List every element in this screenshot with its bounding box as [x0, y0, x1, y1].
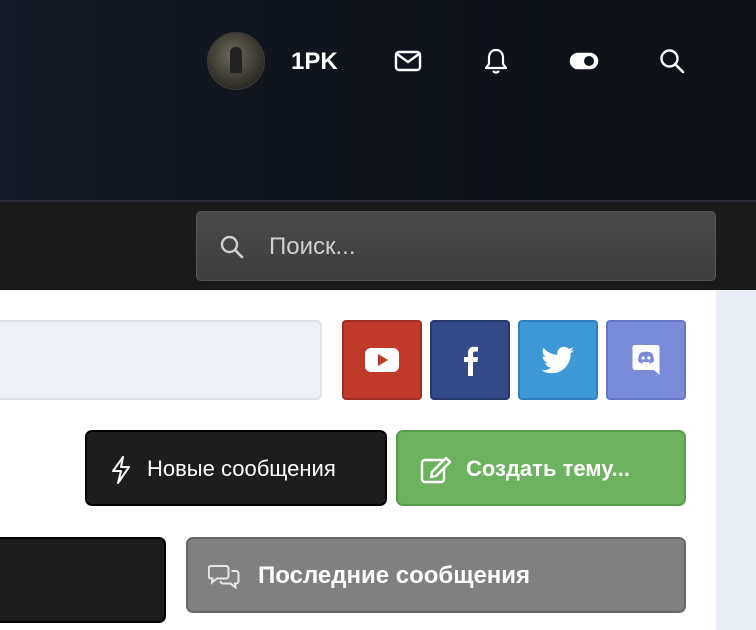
discord-icon — [632, 345, 660, 375]
recent-messages-button[interactable]: Последние сообщения — [186, 537, 686, 613]
recent-messages-label: Последние сообщения — [258, 562, 531, 589]
facebook-button[interactable] — [430, 320, 510, 400]
username-link[interactable]: 1PK — [291, 48, 338, 76]
twitter-button[interactable] — [518, 320, 598, 400]
bell-icon[interactable] — [481, 46, 511, 76]
create-topic-button[interactable]: Создать тему... — [396, 430, 686, 506]
theme-toggle-icon[interactable] — [569, 46, 599, 76]
facebook-icon — [464, 346, 478, 376]
search-input[interactable]: Поиск... — [196, 211, 716, 281]
new-messages-label: Новые сообщения — [147, 456, 336, 481]
text-input[interactable] — [0, 320, 322, 400]
user-avatar[interactable] — [207, 32, 265, 90]
youtube-icon — [365, 348, 399, 372]
twitter-icon — [541, 346, 574, 374]
site-header — [0, 0, 756, 200]
dark-action-button[interactable] — [0, 537, 166, 623]
youtube-button[interactable] — [342, 320, 422, 400]
comments-icon — [207, 563, 240, 595]
search-placeholder: Поиск... — [269, 233, 356, 260]
search-icon[interactable] — [657, 46, 687, 76]
new-messages-button[interactable]: Новые сообщения — [85, 430, 387, 506]
create-topic-label: Создать тему... — [466, 456, 630, 481]
edit-icon — [420, 454, 452, 490]
mail-icon[interactable] — [393, 46, 423, 76]
search-icon — [219, 234, 245, 260]
discord-button[interactable] — [606, 320, 686, 400]
bolt-icon — [109, 456, 133, 490]
